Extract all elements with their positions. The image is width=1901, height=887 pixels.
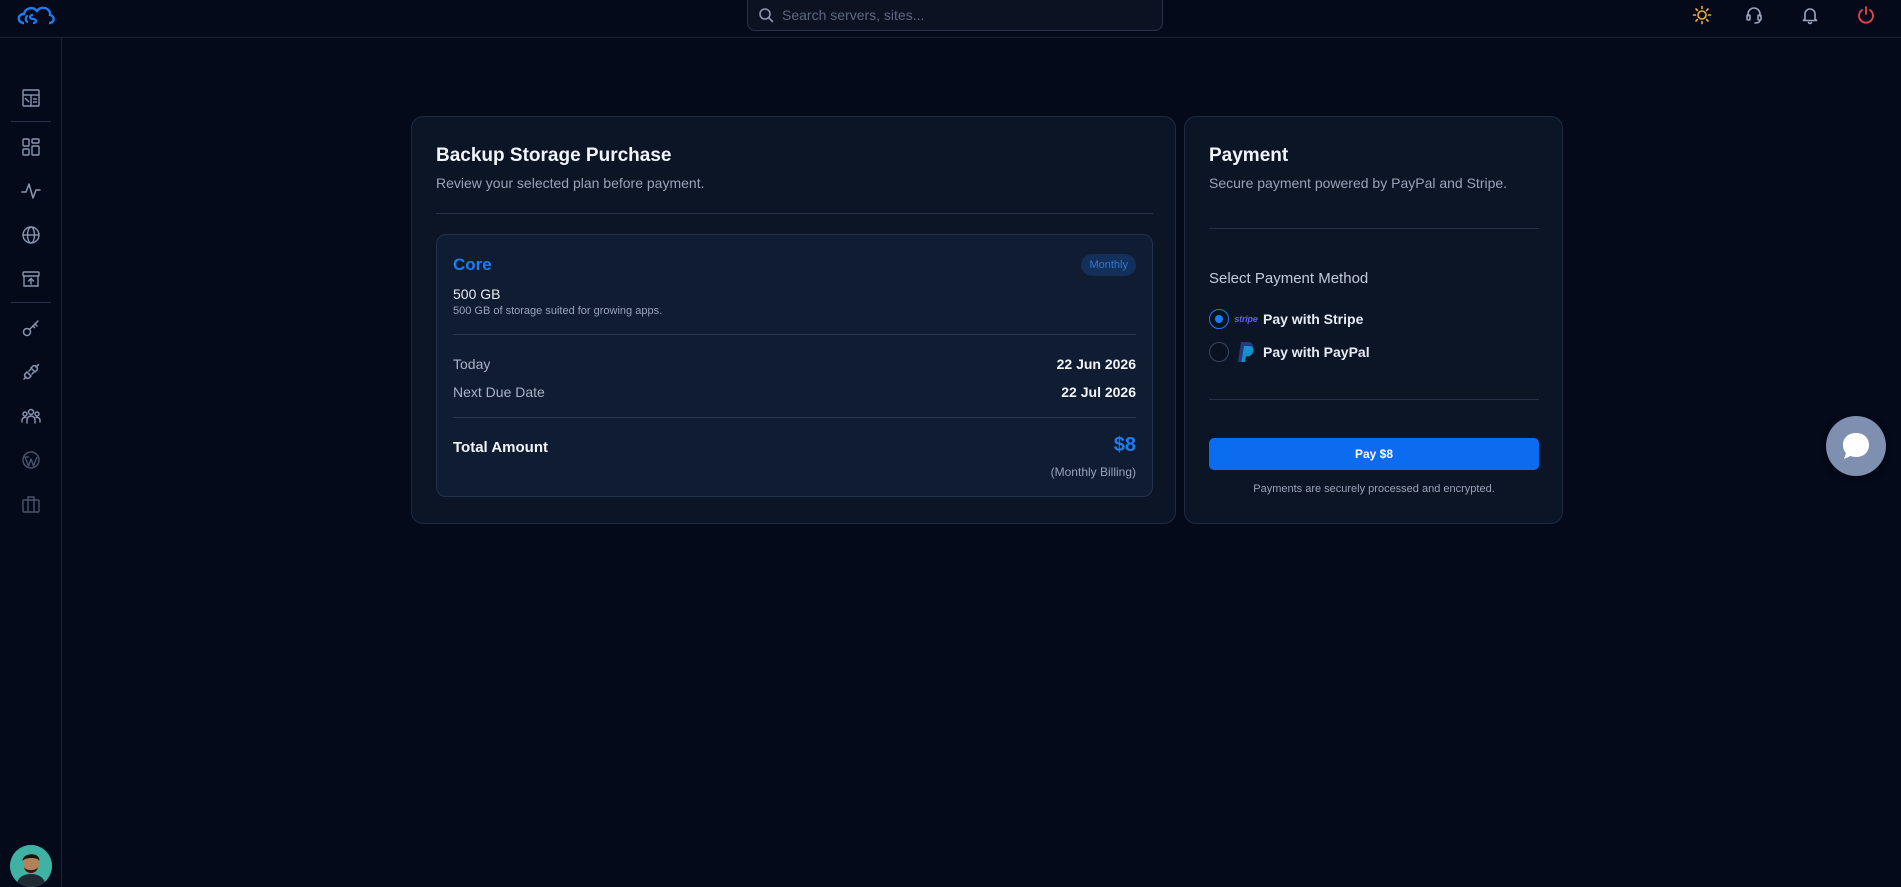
search-icon: [759, 8, 774, 23]
stripe-option[interactable]: stripe Pay with Stripe: [1209, 306, 1363, 332]
divider: [1209, 228, 1539, 229]
headset-icon[interactable]: [1742, 3, 1766, 27]
sidebar: [0, 38, 62, 887]
stripe-radio[interactable]: [1209, 309, 1229, 329]
stripe-logo-icon: stripe: [1234, 314, 1258, 324]
page-subtitle: Review your selected plan before payment…: [436, 175, 705, 191]
stripe-option-label: Pay with Stripe: [1263, 311, 1364, 327]
power-icon[interactable]: [1854, 3, 1878, 27]
wordpress-icon[interactable]: [19, 448, 43, 472]
payment-card: Payment Secure payment powered by PayPal…: [1184, 116, 1563, 524]
chat-widget-button[interactable]: [1826, 416, 1886, 476]
plug-icon[interactable]: [19, 360, 43, 384]
search-box[interactable]: [747, 0, 1163, 31]
divider: [436, 213, 1153, 214]
sidebar-divider: [11, 121, 51, 122]
payment-subtitle: Secure payment powered by PayPal and Str…: [1209, 175, 1508, 191]
paypal-logo-icon: [1235, 340, 1257, 364]
activity-icon[interactable]: [19, 179, 43, 203]
globe-icon[interactable]: [19, 223, 43, 247]
divider: [453, 334, 1136, 335]
logo[interactable]: [14, 3, 56, 29]
key-icon[interactable]: [19, 316, 43, 340]
security-note: Payments are securely processed and encr…: [1253, 483, 1495, 495]
next-due-date-value: 22 Jul 2026: [1061, 384, 1136, 400]
purchase-summary-card: Backup Storage Purchase Review your sele…: [411, 116, 1176, 524]
dashboard-layout-icon[interactable]: [19, 86, 43, 110]
bell-icon[interactable]: [1798, 3, 1822, 27]
apps-grid-icon[interactable]: [19, 135, 43, 159]
payment-title: Payment: [1209, 145, 1289, 166]
total-amount-label: Total Amount: [453, 439, 548, 456]
paypal-radio[interactable]: [1209, 342, 1229, 362]
plan-name: Core: [453, 255, 492, 274]
sidebar-divider: [11, 302, 51, 303]
plan-details: Core Monthly 500 GB 500 GB of storage su…: [436, 234, 1153, 497]
total-amount-value: $8: [1113, 434, 1136, 456]
divider: [453, 417, 1136, 418]
paypal-option-label: Pay with PayPal: [1263, 344, 1370, 360]
divider: [1209, 399, 1539, 400]
paypal-option[interactable]: Pay with PayPal: [1209, 339, 1370, 365]
avatar[interactable]: [10, 845, 52, 887]
today-label: Today: [453, 356, 491, 372]
chat-bubble-icon: [1843, 433, 1869, 459]
billing-note: (Monthly Billing): [1050, 465, 1136, 479]
today-value: 22 Jun 2026: [1056, 356, 1136, 372]
search-input[interactable]: [782, 7, 1142, 23]
page-title: Backup Storage Purchase: [436, 145, 672, 166]
plan-description: 500 GB of storage suited for growing app…: [453, 305, 663, 317]
pay-button[interactable]: Pay $8: [1209, 438, 1539, 470]
archive-upload-icon[interactable]: [19, 267, 43, 291]
billing-cycle-badge: Monthly: [1081, 254, 1136, 276]
top-bar: [0, 0, 1901, 38]
plan-storage-size: 500 GB: [453, 286, 501, 302]
payment-method-heading: Select Payment Method: [1209, 270, 1369, 287]
team-icon[interactable]: [19, 404, 43, 428]
sun-icon[interactable]: [1690, 3, 1714, 27]
briefcase-icon[interactable]: [19, 492, 43, 516]
next-due-date-label: Next Due Date: [453, 384, 545, 400]
